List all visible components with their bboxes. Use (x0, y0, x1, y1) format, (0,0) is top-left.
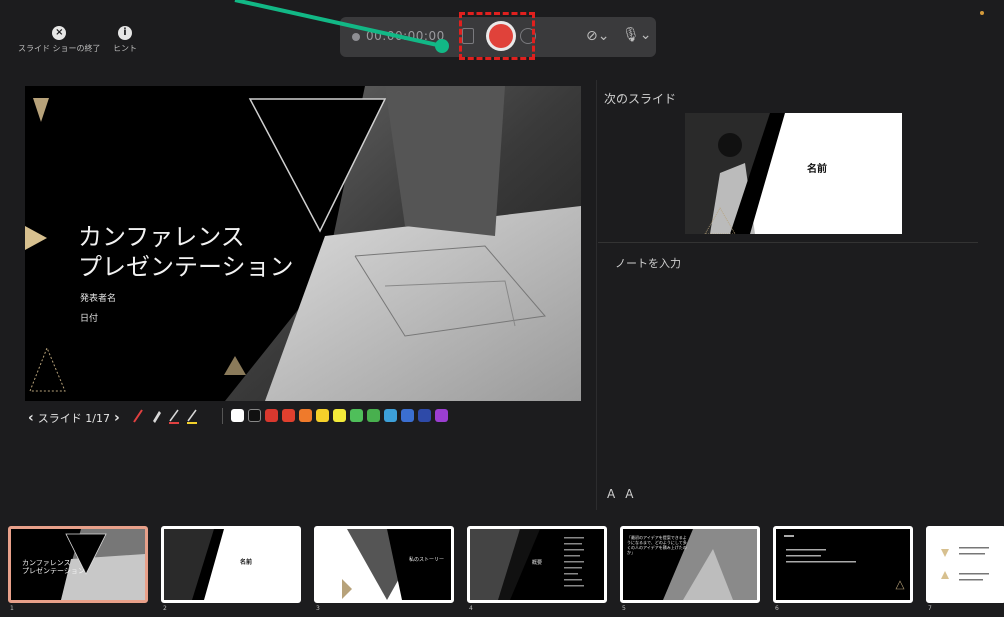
eraser-icon[interactable] (150, 408, 162, 424)
status-indicator-icon (980, 11, 984, 15)
thumbnail-text: 「最初のアイデアを提案できるようになるまで、どのようにして多くの人のアイデアを積… (627, 535, 687, 555)
slide-date: 日付 (80, 314, 99, 324)
color-swatch[interactable] (384, 409, 397, 422)
thumbnail-3[interactable]: 私のストーリー (314, 526, 454, 603)
color-swatch[interactable] (316, 409, 329, 422)
thumbnail-number: 4 (469, 605, 473, 612)
slide-navigation: ‹ スライド 1/17 › (28, 410, 120, 426)
next-slide-preview: 名前 (685, 113, 902, 234)
color-swatch[interactable] (350, 409, 363, 422)
color-swatch[interactable] (299, 409, 312, 422)
next-slide-name: 名前 (807, 164, 827, 175)
thumbnail-image (784, 535, 905, 590)
thumbnail-number: 3 (316, 605, 320, 612)
font-size-controls: A A (607, 487, 633, 501)
highlighter-icon[interactable] (186, 408, 198, 424)
color-swatch[interactable] (367, 409, 380, 422)
color-swatch[interactable] (435, 409, 448, 422)
next-slide-icon[interactable]: › (114, 410, 120, 426)
thumbnail-number: 1 (10, 605, 14, 612)
thumbnail-5[interactable]: 「最初のアイデアを提案できるようになるまで、どのようにして多くの人のアイデアを積… (620, 526, 760, 603)
thumbnail-image (342, 529, 451, 600)
notes-input[interactable]: ノートを入力 (615, 255, 681, 271)
thumbnail-number: 5 (622, 605, 626, 612)
color-swatch[interactable] (401, 409, 414, 422)
color-swatch[interactable] (418, 409, 431, 422)
thumbnail-number: 2 (163, 605, 167, 612)
slide-filmstrip: カンファレンス プレゼンテーション 名前 私のストーリー 概要 「最初のアイデア… (0, 517, 1004, 617)
increase-font-button[interactable]: A (625, 487, 633, 501)
thumbnail-7[interactable] (926, 526, 1004, 603)
color-palette (231, 409, 448, 422)
slide-counter: スライド 1/17 (37, 412, 110, 425)
slide-presenter: 発表者名 (80, 294, 117, 304)
decrease-font-button[interactable]: A (607, 487, 615, 501)
notes-divider (598, 242, 978, 243)
current-slide[interactable]: カンファレンス プレゼンテーション 発表者名 日付 (25, 86, 581, 401)
panel-divider (596, 80, 597, 510)
thumbnail-6[interactable] (773, 526, 913, 603)
pen-icon[interactable] (168, 408, 180, 424)
thumbnail-1[interactable]: カンファレンス プレゼンテーション (8, 526, 148, 603)
thumbnail-4[interactable]: 概要 (467, 526, 607, 603)
thumbnail-title: 概要 (532, 560, 543, 566)
previous-slide-icon[interactable]: ‹ (28, 410, 34, 426)
thumbnail-title: 名前 (240, 559, 253, 566)
slide-title: カンファレンス プレゼンテーション (78, 223, 294, 281)
thumbnail-2[interactable]: 名前 (161, 526, 301, 603)
next-slide-label: 次のスライド (604, 92, 677, 106)
thumbnail-number: 7 (928, 605, 932, 612)
thumbnail-number: 6 (775, 605, 779, 612)
thumbnail-image (164, 529, 224, 600)
tool-divider (222, 408, 223, 424)
color-swatch[interactable] (282, 409, 295, 422)
thumbnail-title: 私のストーリー (409, 557, 445, 563)
laser-pointer-icon[interactable] (132, 408, 144, 424)
color-swatch[interactable] (248, 409, 261, 422)
thumbnail-title: カンファレンス プレゼンテーション (22, 559, 85, 575)
pen-tools (132, 408, 198, 424)
color-swatch[interactable] (231, 409, 244, 422)
next-slide-image (685, 113, 785, 234)
color-swatch[interactable] (333, 409, 346, 422)
color-swatch[interactable] (265, 409, 278, 422)
thumbnail-image (941, 547, 989, 581)
